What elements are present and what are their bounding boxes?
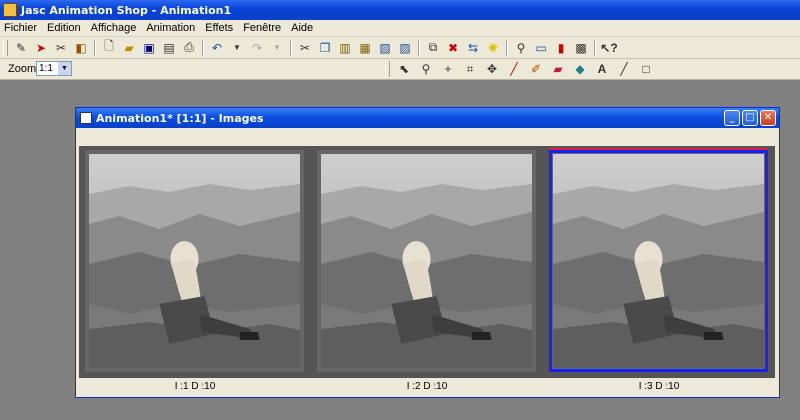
paintbrush-icon[interactable]: ✐ xyxy=(525,60,547,78)
open-folder-icon[interactable]: ▰ xyxy=(119,39,139,57)
app-icon xyxy=(3,3,17,17)
app-title: Jasc Animation Shop - Animation1 xyxy=(21,3,232,17)
menu-affichage[interactable]: Affichage xyxy=(87,22,143,34)
frame-3[interactable] xyxy=(549,150,768,372)
frame-image xyxy=(321,154,532,368)
paste-before-icon[interactable]: ▦ xyxy=(355,39,375,57)
zoom-icon[interactable]: ⚲ xyxy=(415,60,437,78)
toolbar-separator xyxy=(418,39,420,56)
dropper-icon[interactable]: ╱ xyxy=(503,60,525,78)
paste-icon[interactable]: ▥ xyxy=(335,39,355,57)
toolbar-separator xyxy=(594,39,596,56)
paste-into-icon[interactable]: ▨ xyxy=(395,39,415,57)
minimize-button[interactable]: _ xyxy=(724,110,740,126)
frame-image xyxy=(321,154,532,368)
crop-icon[interactable]: ⌗ xyxy=(459,60,481,78)
arrow-pointer-icon[interactable]: ⬉ xyxy=(393,60,415,78)
frame-2[interactable] xyxy=(317,150,536,372)
animation-window-title: Animation1* [1:1] - Images xyxy=(96,111,264,125)
copy-icon[interactable]: ❐ xyxy=(315,39,335,57)
toolbar-grip[interactable] xyxy=(385,61,390,77)
animation-window-titlebar[interactable]: Animation1* [1:1] - Images _ □ ✕ xyxy=(76,108,779,128)
text-tool-icon[interactable]: A xyxy=(591,60,613,78)
cut-icon[interactable]: ✂ xyxy=(295,39,315,57)
animation-window: Animation1* [1:1] - Images _ □ ✕ I :1 D … xyxy=(75,107,780,398)
palette-icon[interactable]: ◧ xyxy=(71,39,91,57)
insert-frames-icon[interactable]: ⧉ xyxy=(423,39,443,57)
save-as-icon[interactable]: ▤ xyxy=(159,39,179,57)
banner-wizard-icon[interactable]: ➤ xyxy=(31,39,51,57)
crosshair-icon[interactable]: + xyxy=(437,60,459,78)
menu-edition[interactable]: Edition xyxy=(43,22,87,34)
frame-1-label: I :1 D :10 xyxy=(174,381,216,392)
rectangle-tool-icon[interactable]: □ xyxy=(635,60,657,78)
effect-icon[interactable]: ⇆ xyxy=(463,39,483,57)
chevron-down-icon[interactable]: ▼ xyxy=(58,62,71,75)
zoom-value: 1:1 xyxy=(39,63,53,74)
frame-image xyxy=(89,154,300,368)
paste-after-icon[interactable]: ▧ xyxy=(375,39,395,57)
frame-image xyxy=(89,154,300,368)
toolbar-separator xyxy=(290,39,292,56)
optimize-icon[interactable]: ✂ xyxy=(51,39,71,57)
view-frames-icon[interactable]: ▭ xyxy=(531,39,551,57)
menu-bar: Fichier Edition Affichage Animation Effe… xyxy=(0,20,800,37)
app-titlebar[interactable]: Jasc Animation Shop - Animation1 xyxy=(0,0,800,20)
transition-icon[interactable]: ✖ xyxy=(443,39,463,57)
frame-image xyxy=(553,154,764,368)
menu-aide[interactable]: Aide xyxy=(287,22,319,34)
save-icon[interactable]: ▣ xyxy=(139,39,159,57)
line-tool-icon[interactable]: ╱ xyxy=(613,60,635,78)
redo-dropdown-icon[interactable]: ▼ xyxy=(267,39,287,57)
menu-fenetre[interactable]: Fenêtre xyxy=(239,22,287,34)
animation-icon xyxy=(80,112,92,124)
maximize-button[interactable]: □ xyxy=(742,110,758,126)
context-help-icon[interactable]: ↖? xyxy=(599,39,619,57)
frame-image xyxy=(553,154,764,368)
undo-dropdown-icon[interactable]: ▼ xyxy=(227,39,247,57)
new-file-icon[interactable]: 🗋 xyxy=(99,39,119,57)
eraser-icon[interactable]: ▰ xyxy=(547,60,569,78)
print-icon[interactable]: ⎙ xyxy=(179,39,199,57)
fill-icon[interactable]: ◆ xyxy=(569,60,591,78)
menu-animation[interactable]: Animation xyxy=(142,22,201,34)
menu-fichier[interactable]: Fichier xyxy=(0,22,43,34)
text-effect-icon[interactable]: ✺ xyxy=(483,39,503,57)
zoom-select[interactable]: 1:1 ▼ xyxy=(36,61,72,76)
play-animation-icon[interactable]: ▮ xyxy=(551,39,571,57)
properties-icon[interactable]: ⚲ xyxy=(511,39,531,57)
filmstrip-icon[interactable]: ▩ xyxy=(571,39,591,57)
toolbar-separator xyxy=(202,39,204,56)
frame-labels: I :1 D :10 I :2 D :10 I :3 D :10 xyxy=(79,379,775,395)
tools-toolbar: Zoom : 1:1 ▼ ⬉ ⚲ + ⌗ ✥ ╱ ✐ ▰ ◆ A ╱ □ xyxy=(0,59,800,80)
toolbar-separator xyxy=(94,39,96,56)
frame-3-label: I :3 D :10 xyxy=(638,381,680,392)
main-toolbar: ✎ ➤ ✂ ◧ 🗋 ▰ ▣ ▤ ⎙ ↶ ▼ ↷ ▼ ✂ ❐ ▥ ▦ ▧ ▨ ⧉ … xyxy=(0,37,800,59)
tool-palette: ⬉ ⚲ + ⌗ ✥ ╱ ✐ ▰ ◆ A ╱ □ xyxy=(382,60,657,78)
close-button[interactable]: ✕ xyxy=(760,110,776,126)
menu-effets[interactable]: Effets xyxy=(201,22,239,34)
frame-strip xyxy=(79,146,775,378)
frame-1[interactable] xyxy=(85,150,304,372)
toolbar-grip[interactable] xyxy=(3,39,8,56)
toolbar-separator xyxy=(506,39,508,56)
undo-icon[interactable]: ↶ xyxy=(207,39,227,57)
move-icon[interactable]: ✥ xyxy=(481,60,503,78)
frame-2-label: I :2 D :10 xyxy=(406,381,448,392)
wizard-icon[interactable]: ✎ xyxy=(11,39,31,57)
redo-icon[interactable]: ↷ xyxy=(247,39,267,57)
